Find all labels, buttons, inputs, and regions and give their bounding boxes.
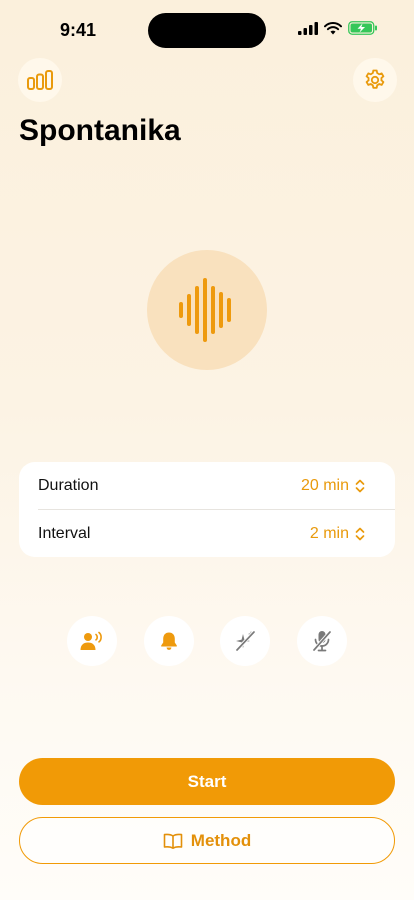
duration-value: 20 min — [300, 476, 349, 494]
interval-label: Interval — [38, 524, 91, 542]
sparkles-toggle[interactable] — [220, 616, 270, 666]
chevron-up-down-icon — [355, 479, 365, 492]
start-button[interactable]: Start — [19, 758, 395, 805]
bell-icon — [161, 632, 177, 650]
gear-icon — [365, 69, 385, 89]
status-bar: 9:41 — [0, 0, 414, 60]
voice-prompt-toggle[interactable] — [67, 616, 117, 666]
duration-row[interactable]: Duration 20 min — [19, 462, 395, 509]
dynamic-island — [148, 13, 266, 48]
waveform-icon — [179, 278, 231, 342]
sparkles-off-icon — [235, 630, 256, 652]
signal-icon — [298, 21, 318, 35]
interval-row[interactable]: Interval 2 min — [19, 510, 395, 557]
microphone-toggle[interactable] — [297, 616, 347, 666]
duration-picker[interactable]: 20 min — [301, 477, 365, 495]
duration-label: Duration — [38, 476, 99, 494]
stats-button[interactable] — [18, 58, 62, 102]
book-icon — [163, 833, 183, 849]
settings-button[interactable] — [353, 58, 397, 102]
method-button[interactable]: Method — [19, 817, 395, 864]
interval-picker[interactable]: 2 min — [310, 525, 365, 543]
status-time: 9:41 — [60, 20, 97, 40]
chevron-up-down-icon — [355, 527, 365, 540]
start-label: Start — [187, 771, 227, 791]
waveform-visual — [147, 250, 267, 370]
page-title: Spontanika — [19, 114, 181, 147]
settings-card: Duration 20 min Interval 2 min — [19, 462, 395, 557]
wifi-icon — [324, 21, 342, 34]
status-icons — [298, 21, 378, 35]
person-speaking-icon — [80, 631, 102, 650]
bell-toggle[interactable] — [144, 616, 194, 666]
battery-charging-icon — [348, 21, 377, 35]
bar-chart-icon — [27, 70, 53, 90]
microphone-off-icon — [312, 630, 332, 652]
method-label: Method — [190, 830, 252, 850]
interval-value: 2 min — [309, 524, 349, 542]
